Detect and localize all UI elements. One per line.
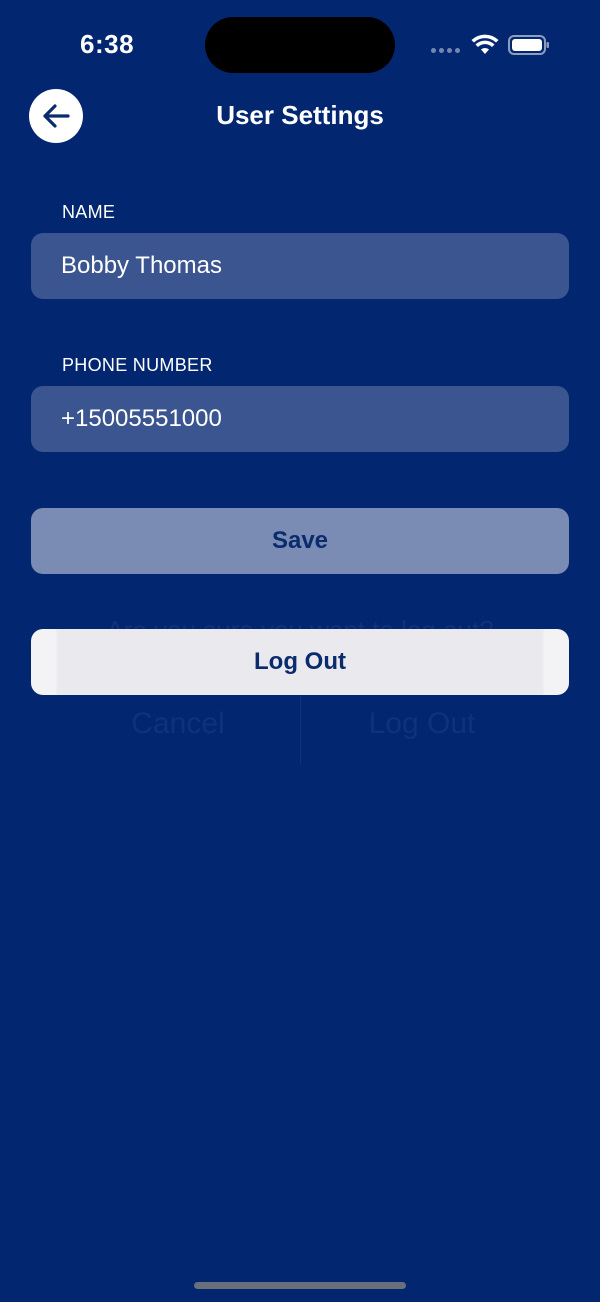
battery-icon xyxy=(508,35,549,55)
save-button[interactable]: Save xyxy=(31,508,569,574)
name-input[interactable] xyxy=(31,233,569,299)
dialog-cancel-button: Cancel xyxy=(131,707,225,740)
phone-number-label: PHONE NUMBER xyxy=(62,355,213,375)
user-settings-screen: 6:38 User Settings NAME PHONE NUMBER Sav… xyxy=(0,0,600,1302)
status-time: 6:38 xyxy=(80,29,135,59)
dialog-logout-button: Log Out xyxy=(368,707,476,740)
name-label: NAME xyxy=(62,202,116,222)
dynamic-island xyxy=(205,17,395,73)
logout-button[interactable]: Log Out xyxy=(31,629,569,695)
page-title: User Settings xyxy=(216,100,384,130)
home-indicator[interactable] xyxy=(194,1282,406,1289)
phone-number-input[interactable] xyxy=(31,386,569,452)
cellular-signal-icon xyxy=(431,48,463,53)
wifi-icon xyxy=(471,34,499,54)
